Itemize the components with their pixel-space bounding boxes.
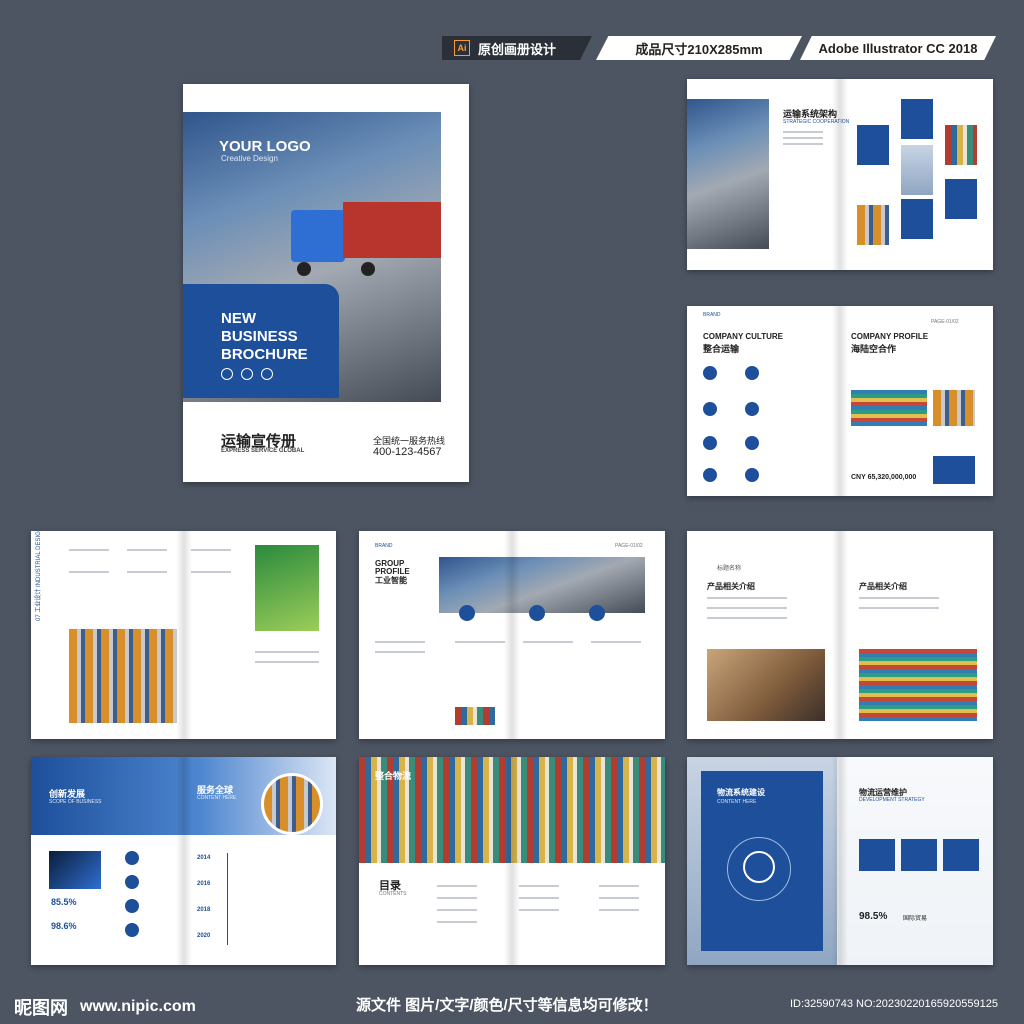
truck-icon [241,368,253,380]
cover-logo-sub: Creative Design [221,154,278,163]
header-badge-size-label: 成品尺寸210X285mm [635,41,763,57]
cover-icon-row [221,368,273,380]
site-url[interactable]: www.nipic.com [80,998,196,1016]
illustrator-icon: Ai [454,40,470,56]
cover-en-sub: EXPRESS SERVICE GLOBAL [221,448,305,454]
spread5-tag: 标题名称 [717,566,742,572]
spread8-stat: 98.5% [859,911,888,922]
spread2-left-title: COMPANY CULTURE [703,332,783,341]
spread6-stat2: 98.6% [51,921,77,931]
cover-title-line1: NEW [221,310,256,327]
spread6-left-sub: SCOPE OF BUSINESS [49,799,102,805]
spread-contents: 整合物流 目录 CONTENTS [359,757,665,965]
spread6-right-sub: CONTENT HERE [197,795,237,801]
spread2-page: PAGE-01/02 [931,319,959,325]
box-icon [261,368,273,380]
header-badge-software: Adobe Illustrator CC 2018 [800,36,996,60]
spread2-left-cn: 整合运输 [703,344,740,354]
spread4-brand: BRAND [375,543,393,549]
site-name: 昵图网 [14,998,68,1018]
spread-industrial-design: 07 工业设计 INDUSTRIAL DESIGN [31,531,336,739]
spread4-cn: 工业智能 [375,576,407,585]
spread2-right-cn: 海陆空合作 [851,344,897,354]
header-badge-design: Ai 原创画册设计 [442,36,592,60]
spread7-toc-sub: CONTENTS [379,891,407,897]
spread-strategic-cooperation: 运输系统架构 STRATEGIC COOPERATION [687,79,993,270]
spread-group-profile: BRAND GROUP PROFILE 工业智能 PAGE-01/02 [359,531,665,739]
spread2-brand: BRAND [703,312,721,318]
spread8-left-title: 物流系统建设 [717,788,765,797]
brochure-cover: YOUR LOGO Creative Design NEW BUSINESS B… [183,84,469,482]
cover-truck-shape [291,202,441,276]
spread-innovation: 创新发展 SCOPE OF BUSINESS 服务全球 CONTENT HERE… [31,757,336,965]
spread6-year-2018: 2018 [197,907,211,913]
spread2-right-title: COMPANY PROFILE [851,332,929,341]
header-badge-design-label: 原创画册设计 [478,41,557,57]
header-badge-software-label: Adobe Illustrator CC 2018 [818,40,978,56]
spread4-page: PAGE-01/02 [615,543,643,549]
spread2-stat: CNY 65,320,000,000 [851,474,917,481]
spread-company-profile: BRAND COMPANY CULTURE 整合运输 COMPANY PROFI… [687,306,993,496]
spread6-year-2016: 2016 [197,881,211,887]
image-id: ID:32590743 NO:20230220165920559125 [790,998,998,1010]
spread3-vertical-label: 07 工业设计 INDUSTRIAL DESIGN [36,531,42,621]
spread1-sub: STRATEGIC COOPERATION [783,119,850,125]
spread8-stat-label: 国际贸易 [903,916,928,922]
cover-hotline: 400-123-4567 [373,446,442,458]
header-badge-size: 成品尺寸210X285mm [596,36,802,60]
spread-product-intro: 标题名称 产品相关介绍 产品相关介绍 [687,531,993,739]
spread5-right-title: 产品相关介绍 [859,582,907,591]
spread6-stat1: 85.5% [51,897,77,907]
spread1-truck-photo [687,99,769,249]
cover-title-line2: BUSINESS [221,328,298,345]
spread6-year-2014: 2014 [197,855,211,861]
cover-title-line3: BROCHURE [221,346,308,363]
globe-icon [221,368,233,380]
edit-notice: 源文件 图片/文字/颜色/尺寸等信息均可修改！ [356,997,658,1014]
spread8-right-sub: DEVELOPMENT STRATEGY [859,797,925,803]
spread8-left-sub: CONTENT HERE [717,799,757,805]
site-logo: 昵图网 www.nipic.com [14,994,196,1020]
cover-logo: YOUR LOGO [219,138,311,155]
spread7-title: 整合物流 [375,771,412,781]
spread-logistics-system: 物流系统建设 CONTENT HERE 物流运营维护 DEVELOPMENT S… [687,757,993,965]
spread5-left-title: 产品相关介绍 [707,582,755,591]
spread6-year-2020: 2020 [197,933,211,939]
